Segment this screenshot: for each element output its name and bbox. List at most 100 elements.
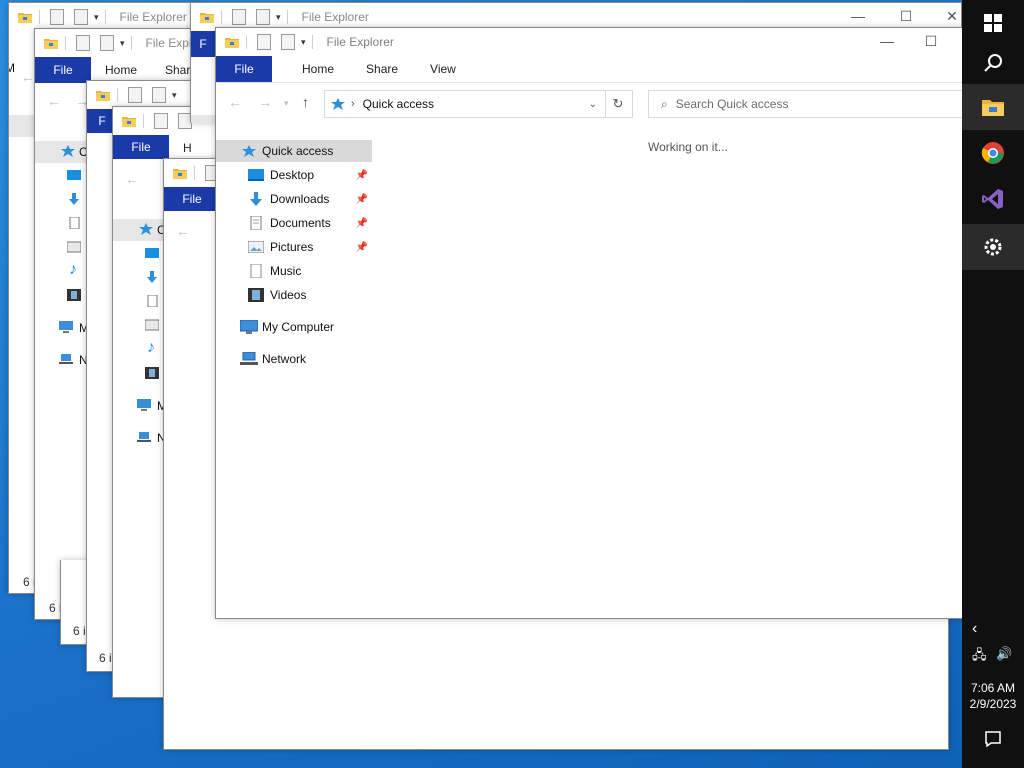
folder-icon[interactable]	[199, 9, 215, 25]
navigation-pane: Quick access Desktop 📌 Downloads 📌 Docum…	[216, 140, 372, 594]
forward-button[interactable]: →	[258, 94, 272, 110]
network-tray-icon[interactable]: 🖧	[972, 646, 987, 668]
breadcrumb-separator-icon[interactable]: ›	[351, 98, 355, 110]
minimize-button[interactable]: —	[851, 9, 865, 23]
file-tab[interactable]: F	[191, 31, 215, 57]
tab-view[interactable]: View	[414, 62, 472, 76]
separator	[130, 36, 132, 50]
settings-taskbar-button[interactable]	[962, 224, 1024, 270]
back-button[interactable]: ←	[228, 94, 242, 110]
documents-icon	[147, 295, 158, 307]
music-icon	[250, 264, 262, 278]
separator	[286, 10, 288, 24]
desktop-icon	[67, 170, 81, 180]
properties-icon[interactable]	[50, 9, 64, 25]
back-button[interactable]: ←	[176, 223, 190, 239]
downloads-icon	[250, 192, 262, 206]
properties-icon[interactable]	[257, 34, 271, 50]
up-button[interactable]: ↑	[302, 94, 309, 110]
tab-file[interactable]: File	[216, 56, 272, 82]
qat-dropdown-icon[interactable]: ▾	[94, 12, 99, 23]
tab-home[interactable]: H	[167, 141, 208, 155]
file-tab[interactable]: File	[164, 187, 220, 211]
back-button[interactable]: ←	[21, 69, 35, 85]
new-folder-icon[interactable]	[74, 9, 88, 25]
folder-icon[interactable]	[43, 35, 59, 51]
properties-icon[interactable]	[76, 35, 90, 51]
pin-icon[interactable]: 📌	[356, 170, 368, 181]
separator	[194, 166, 195, 180]
address-bar[interactable]: › Quick access ⌄	[324, 90, 606, 118]
file-explorer-taskbar-button[interactable]	[962, 84, 1024, 130]
chrome-taskbar-button[interactable]	[962, 130, 1024, 176]
folder-icon[interactable]	[224, 34, 240, 50]
new-folder-icon[interactable]	[152, 87, 166, 103]
properties-icon[interactable]	[128, 87, 142, 103]
show-hidden-icons-button[interactable]: ‹	[972, 620, 977, 638]
search-button[interactable]	[962, 40, 1024, 86]
volume-tray-icon[interactable]: 🔊	[996, 646, 1012, 662]
downloads-icon	[69, 193, 79, 205]
action-center-button[interactable]	[962, 716, 1024, 762]
nav-item-documents[interactable]: Documents 📌	[216, 212, 372, 234]
qat-dropdown-icon[interactable]: ▾	[120, 38, 125, 49]
nav-item-downloads[interactable]: Downloads 📌	[216, 188, 372, 210]
nav-item-videos[interactable]: Videos	[216, 284, 372, 306]
nav-my-computer[interactable]: My Computer	[216, 316, 372, 338]
close-button[interactable]: ✕	[945, 9, 959, 23]
desktop-icon	[145, 248, 159, 258]
recent-locations-button[interactable]: ▾	[284, 98, 289, 109]
new-folder-icon[interactable]	[281, 34, 295, 50]
network-icon	[59, 354, 73, 364]
folder-icon[interactable]	[17, 9, 33, 25]
notifications-icon	[985, 731, 1001, 747]
quick-access-icon	[331, 98, 345, 110]
nav-item-music[interactable]: Music	[216, 260, 372, 282]
minimize-button[interactable]: —	[880, 34, 894, 48]
new-folder-icon[interactable]	[100, 35, 114, 51]
ribbon-tabs: File Home Share View	[216, 56, 962, 83]
tab-home[interactable]: Home	[286, 62, 350, 76]
window-title: File Explorer	[326, 35, 394, 49]
folder-icon[interactable]	[95, 87, 111, 103]
search-box[interactable]: ⌕ Search Quick access	[648, 90, 962, 118]
address-dropdown-icon[interactable]: ⌄	[589, 99, 597, 110]
nav-label: My Computer	[262, 320, 335, 334]
search-icon	[984, 54, 1002, 72]
videos-icon	[248, 288, 264, 302]
desktop-icon	[248, 169, 264, 181]
tab-home[interactable]: Home	[89, 63, 153, 77]
qat-dropdown-icon[interactable]: ▾	[301, 37, 306, 48]
pictures-icon	[248, 241, 264, 253]
properties-icon[interactable]	[232, 9, 246, 25]
file-tab[interactable]: File	[113, 135, 169, 159]
properties-icon[interactable]	[154, 113, 168, 129]
qat-dropdown-icon[interactable]: ▾	[172, 90, 177, 101]
new-folder-icon[interactable]	[256, 9, 270, 25]
qat-dropdown-icon[interactable]: ▾	[276, 12, 281, 23]
breadcrumb-quick-access[interactable]: Quick access	[363, 97, 434, 111]
quick-access-toolbar: ▾	[87, 81, 207, 109]
maximize-button[interactable]: ☐	[924, 34, 938, 48]
nav-quick-access[interactable]: Quick access	[216, 140, 372, 162]
back-button[interactable]: ←	[47, 93, 61, 109]
clock[interactable]: 7:06 AM 2/9/2023	[962, 680, 1024, 712]
back-button[interactable]: ←	[125, 171, 139, 187]
explorer-window-front[interactable]: ▾ File Explorer — ☐ File Home Share View…	[215, 27, 963, 619]
folder-icon[interactable]	[121, 113, 137, 129]
separator	[311, 35, 313, 49]
visual-studio-taskbar-button[interactable]	[962, 176, 1024, 222]
refresh-button[interactable]: ↻	[604, 90, 633, 118]
search-placeholder: Search Quick access	[675, 97, 789, 111]
tab-share[interactable]: Share	[350, 62, 414, 76]
quick-access-icon	[61, 145, 75, 157]
pin-icon[interactable]: 📌	[356, 242, 368, 253]
folder-icon[interactable]	[172, 165, 188, 181]
nav-item-desktop[interactable]: Desktop 📌	[216, 164, 372, 186]
file-tab[interactable]: File	[35, 57, 91, 83]
pin-icon[interactable]: 📌	[356, 194, 368, 205]
maximize-button[interactable]: ☐	[899, 9, 913, 23]
nav-item-pictures[interactable]: Pictures 📌	[216, 236, 372, 258]
nav-network[interactable]: Network	[216, 348, 372, 370]
pin-icon[interactable]: 📌	[356, 218, 368, 229]
